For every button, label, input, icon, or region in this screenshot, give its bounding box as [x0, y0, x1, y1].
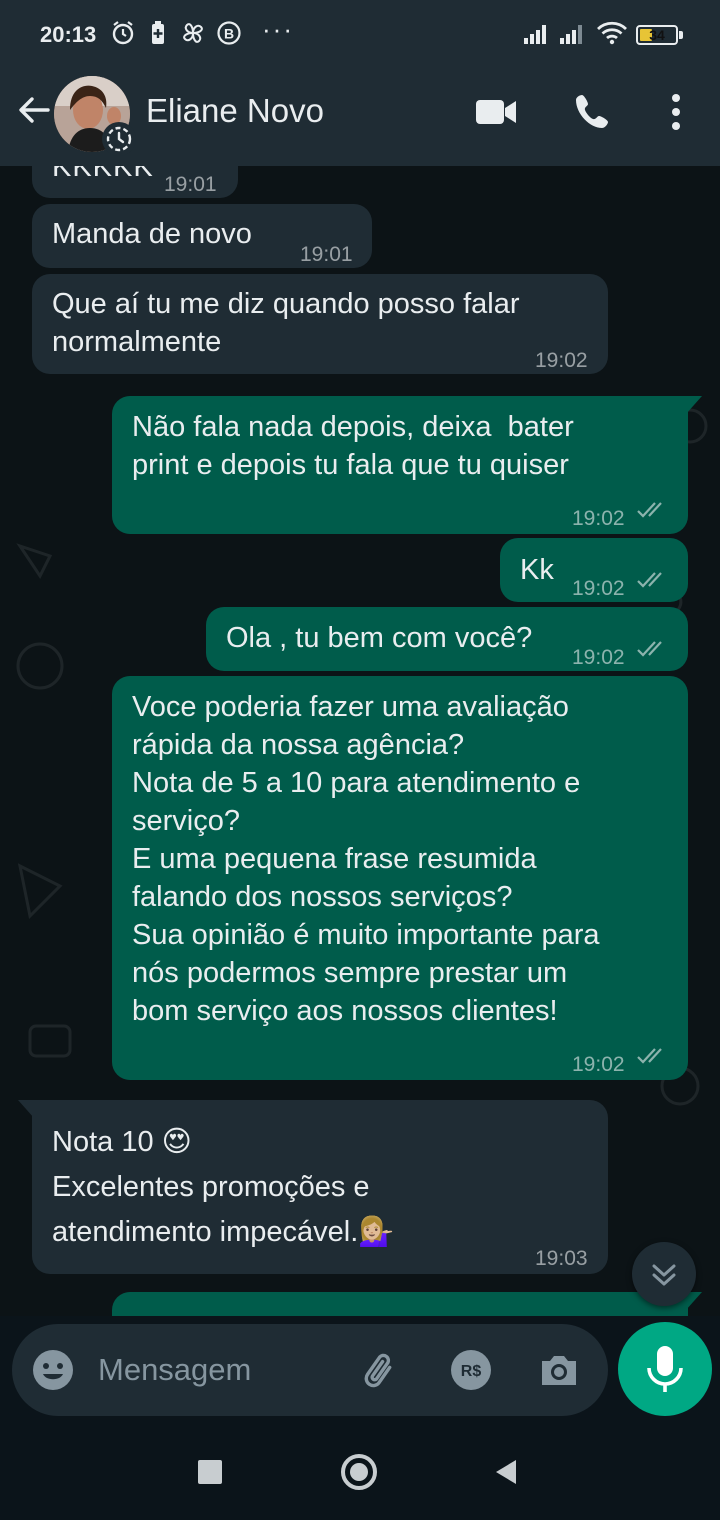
- bubble-tail-outgoing: [686, 396, 702, 414]
- scroll-to-bottom-button[interactable]: [632, 1242, 696, 1306]
- message-time: 19:02: [572, 646, 625, 669]
- read-ticks-icon: [637, 502, 662, 518]
- message-bubble-outgoing-partial[interactable]: [112, 1292, 688, 1316]
- microphone-icon: [647, 1346, 683, 1392]
- home-button[interactable]: [341, 1454, 377, 1490]
- b-badge-icon: B: [217, 21, 241, 45]
- more-options-icon[interactable]: [652, 88, 700, 136]
- message-text: Manda de novo: [52, 218, 252, 250]
- message-time: 19:02: [535, 349, 588, 372]
- message-bubble-outgoing[interactable]: Kk 19:02: [500, 538, 688, 602]
- message-text: Kk: [520, 554, 554, 586]
- read-ticks-icon: [637, 572, 662, 588]
- attach-icon[interactable]: [358, 1347, 404, 1393]
- battery-tip: [679, 31, 683, 39]
- signal-icon: [524, 25, 546, 44]
- message-bubble-outgoing[interactable]: Não fala nada depois, deixa bater print …: [112, 396, 688, 534]
- message-text: Voce poderia fazer uma avaliação rápida …: [132, 691, 600, 1027]
- svg-text:B: B: [224, 26, 234, 42]
- message-time: 19:02: [572, 507, 625, 530]
- camera-icon[interactable]: [536, 1347, 582, 1393]
- alarm-icon: [112, 21, 134, 45]
- message-time: 19:02: [572, 1053, 625, 1076]
- svg-text:R$: R$: [461, 1363, 482, 1380]
- chat-message-list[interactable]: KKKKK 19:01 Manda de novo 19:01 Que aí t…: [0, 166, 720, 1316]
- emoji-icon[interactable]: [30, 1347, 76, 1393]
- message-input[interactable]: Mensagem R$: [12, 1324, 608, 1416]
- system-navigation-bar: [0, 1420, 720, 1520]
- message-time: 19:03: [535, 1247, 588, 1270]
- bubble-tail-incoming: [18, 1100, 34, 1118]
- contact-name[interactable]: Eliane Novo: [146, 92, 324, 130]
- wifi-icon: [597, 21, 627, 45]
- voice-message-button[interactable]: [618, 1322, 712, 1416]
- message-text: KKKKK: [52, 166, 154, 183]
- status-update-badge: [102, 122, 136, 156]
- more-notifications-dots: ···: [262, 14, 294, 44]
- message-time: 19:02: [572, 577, 625, 600]
- payment-icon[interactable]: R$: [448, 1347, 494, 1393]
- message-bubble-incoming[interactable]: Manda de novo 19:01: [32, 204, 372, 268]
- double-chevron-down-icon: [652, 1264, 676, 1286]
- message-text: Ola , tu bem com você?: [226, 622, 533, 654]
- read-ticks-icon: [637, 641, 662, 657]
- voice-call-icon[interactable]: [568, 88, 616, 136]
- home-button-dot: [350, 1463, 368, 1481]
- message-time: 19:01: [164, 173, 217, 196]
- message-bubble-incoming[interactable]: KKKKK 19:01: [32, 166, 238, 198]
- status-clock-icon: [106, 126, 132, 152]
- message-bubble-outgoing[interactable]: Voce poderia fazer uma avaliação rápida …: [112, 676, 688, 1080]
- message-bubble-incoming[interactable]: Nota 10 😍 Excelentes promoções e atendim…: [32, 1100, 608, 1274]
- battery-saver-icon: [152, 21, 164, 44]
- battery-level: 34: [649, 27, 665, 43]
- recents-button[interactable]: [198, 1460, 222, 1484]
- chat-header: Eliane Novo: [0, 70, 720, 166]
- pinwheel-icon: [183, 23, 203, 43]
- message-time: 19:01: [300, 243, 353, 266]
- message-bubble-outgoing[interactable]: Ola , tu bem com você? 19:02: [206, 607, 688, 671]
- nav-back-icon[interactable]: [494, 1458, 518, 1486]
- video-call-icon[interactable]: [472, 88, 520, 136]
- message-bubble-incoming[interactable]: Que aí tu me diz quando posso falar norm…: [32, 274, 608, 374]
- message-text: Nota 10 😍 Excelentes promoções e atendim…: [52, 1126, 395, 1248]
- back-arrow-icon[interactable]: [14, 90, 54, 130]
- signal-2-icon: [560, 25, 582, 44]
- message-text: Não fala nada depois, deixa bater print …: [132, 411, 574, 481]
- battery-indicator: 34: [636, 25, 678, 45]
- message-text: Que aí tu me diz quando posso falar norm…: [52, 288, 520, 358]
- status-bar: 20:13 B ··· 34: [0, 0, 720, 70]
- message-placeholder: Mensagem: [98, 1352, 252, 1387]
- status-time: 20:13: [40, 22, 97, 47]
- composer-bar: Mensagem R$: [0, 1316, 720, 1420]
- read-ticks-icon: [637, 1048, 662, 1064]
